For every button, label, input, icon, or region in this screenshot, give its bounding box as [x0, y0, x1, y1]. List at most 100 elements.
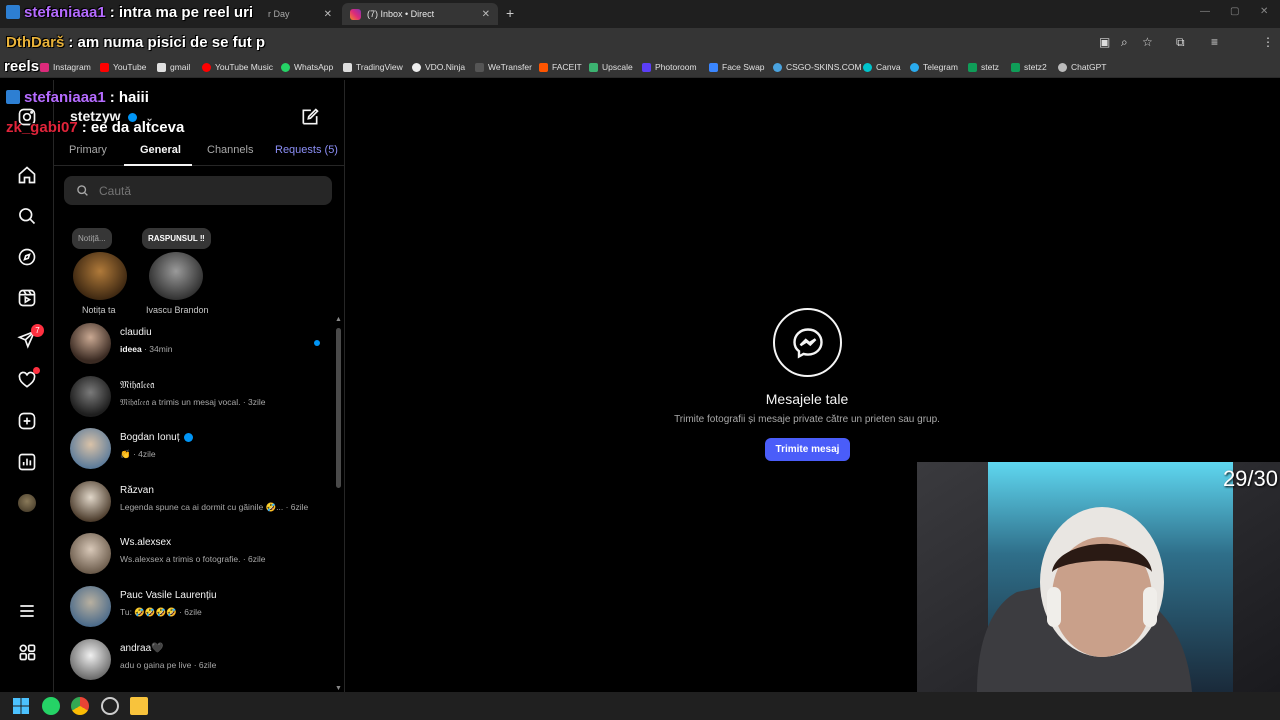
tab-general[interactable]: General — [140, 144, 181, 156]
new-tab-icon[interactable]: + — [506, 5, 514, 21]
bookmark-chatgpt[interactable]: ChatGPT — [1058, 62, 1106, 72]
vdo-ninja-icon — [412, 62, 421, 72]
chat-row-mihalcea[interactable]: 𝔐𝔦𝔥𝔞𝔩𝔠𝔢𝔞 𝔐𝔦𝔥𝔞𝔩𝔠𝔢𝔞 a trimis un mesaj voca… — [54, 371, 334, 421]
avatar — [70, 533, 111, 574]
file-explorer-icon[interactable] — [130, 697, 148, 715]
photoroom-icon — [642, 62, 651, 72]
bookmark-canva[interactable]: Canva — [863, 62, 901, 72]
bookmark-stetz2[interactable]: stetz2 — [1011, 62, 1047, 72]
stream-chat-line: stefaniaaa1: intra ma pe reel uri — [6, 4, 253, 21]
messages-icon[interactable]: 7 — [16, 324, 44, 350]
explore-compass-icon[interactable] — [16, 246, 38, 268]
bookmark-youtube[interactable]: YouTube — [100, 62, 146, 72]
whatsapp-taskbar-icon[interactable] — [42, 697, 60, 715]
bookmark-gmail[interactable]: gmail — [157, 62, 190, 72]
bookmark-vdo-ninja[interactable]: VDO.Ninja — [412, 62, 465, 72]
chat-row-andraa[interactable]: andraa🖤 adu o gaina pe live · 6zile — [54, 634, 334, 684]
chat-name: andraa🖤 — [120, 643, 164, 654]
home-icon[interactable] — [16, 164, 38, 186]
chat-row-claudiu[interactable]: claudiu ideea · 34min — [54, 318, 334, 368]
chat-row-razvan[interactable]: Răzvan Legenda spune ca ai dormit cu găi… — [54, 476, 334, 526]
bookmark-upscale[interactable]: Upscale — [589, 62, 633, 72]
bookmark-face-swap[interactable]: Face Swap — [709, 62, 765, 72]
compose-message-icon[interactable] — [300, 107, 320, 132]
search-icon[interactable] — [16, 205, 38, 227]
wetransfer-icon — [475, 62, 484, 72]
profile-avatar[interactable] — [16, 492, 38, 514]
bookmark-telegram[interactable]: Telegram — [910, 62, 958, 72]
search-input[interactable] — [99, 183, 299, 198]
windows-start-icon[interactable] — [12, 697, 30, 715]
more-menu-icon[interactable] — [16, 600, 38, 622]
media-controls-icon[interactable]: ≡ — [1211, 35, 1218, 49]
chat-preview: Tu: 🤣🤣🤣🤣 · 6zile — [120, 607, 202, 617]
note-bubble: RASPUNSUL ‼ — [142, 228, 211, 249]
webcam-overlay — [917, 462, 1280, 692]
chat-row-ws-alexsex[interactable]: Ws.alexsex Ws.alexsex a trimis o fotogra… — [54, 528, 334, 578]
scroll-up-icon[interactable]: ▲ — [335, 316, 342, 323]
face-swap-icon — [709, 62, 718, 72]
youtube-music-icon — [202, 62, 211, 72]
bookmark-tradingview[interactable]: TradingView — [343, 62, 403, 72]
bookmark-wetransfer[interactable]: WeTransfer — [475, 62, 532, 72]
bookmark-stetz[interactable]: stetz — [968, 62, 999, 72]
chrome-taskbar-icon[interactable] — [71, 697, 89, 715]
tab-title: (7) Inbox • Direct — [367, 9, 435, 19]
close-tab-icon[interactable]: ✕ — [324, 9, 332, 20]
meta-apps-icon[interactable] — [16, 641, 38, 663]
reels-icon[interactable] — [16, 287, 38, 309]
chatgpt-icon — [1058, 62, 1067, 72]
bookmark-csgo-skins[interactable]: CSGO-SKINS.COM — [773, 62, 862, 72]
scroll-down-icon[interactable]: ▼ — [335, 685, 342, 692]
direct-messages-panel: stetzyw ⌄ Primary General Channels Reque… — [54, 80, 345, 692]
minimize-icon[interactable]: — — [1200, 6, 1210, 17]
create-plus-icon[interactable] — [16, 410, 38, 432]
unread-dot — [314, 340, 320, 346]
bookmark-faceit[interactable]: FACEIT — [539, 62, 582, 72]
note-own[interactable]: Notiță... Notița ta — [70, 228, 130, 318]
chat-list-scrollbar[interactable]: ▲ ▼ — [334, 316, 344, 692]
bookmark-youtube-music[interactable]: YouTube Music — [202, 62, 273, 72]
screen-cast-icon[interactable]: ▣ — [1099, 35, 1110, 49]
scroll-thumb[interactable] — [336, 328, 341, 488]
messages-badge: 7 — [31, 324, 44, 337]
youtube-icon — [100, 62, 109, 72]
empty-state-subtitle: Trimite fotografii și mesaje private căt… — [674, 414, 940, 425]
tab-inbox[interactable]: (7) Inbox • Direct ✕ — [342, 3, 498, 25]
bookmark-instagram[interactable]: Instagram — [40, 62, 91, 72]
tab-channels[interactable]: Channels — [207, 144, 253, 156]
note-label: Ivascu Brandon — [146, 305, 209, 315]
chat-row-pauc-vasile[interactable]: Pauc Vasile Laurențiu Tu: 🤣🤣🤣🤣 · 6zile — [54, 581, 334, 631]
extensions-icon[interactable]: ⧉ — [1176, 35, 1185, 50]
tab-requests[interactable]: Requests (5) — [275, 144, 338, 156]
bookmark-photoroom[interactable]: Photoroom — [642, 62, 697, 72]
chat-badge-icon — [6, 90, 20, 104]
tab-primary[interactable]: Primary — [69, 144, 107, 156]
stream-chat-line: stefaniaaa1: haiii — [6, 89, 149, 106]
notification-dot — [33, 367, 40, 374]
window-close-icon[interactable]: ✕ — [1260, 6, 1268, 17]
dashboard-icon[interactable] — [16, 451, 38, 473]
maximize-icon[interactable]: ▢ — [1230, 6, 1239, 17]
app-taskbar-icon[interactable] — [101, 697, 119, 715]
gmail-icon — [157, 62, 166, 72]
avatar — [70, 481, 111, 522]
empty-state-title: Mesajele tale — [765, 391, 849, 407]
avatar — [73, 252, 127, 300]
avatar — [70, 323, 111, 364]
send-message-button[interactable]: Trimite mesaj — [765, 438, 850, 461]
avatar — [149, 252, 203, 300]
tradingview-icon — [343, 62, 352, 72]
browser-menu-icon[interactable]: ⋮ — [1262, 35, 1274, 49]
note-ivascu-brandon[interactable]: RASPUNSUL ‼ Ivascu Brandon — [142, 228, 222, 318]
telegram-icon — [910, 62, 919, 72]
chat-name: Pauc Vasile Laurențiu — [120, 590, 217, 601]
bookmark-whatsapp[interactable]: WhatsApp — [281, 62, 333, 72]
bookmark-star-icon[interactable]: ☆ — [1142, 35, 1153, 49]
close-tab-icon[interactable]: ✕ — [482, 9, 490, 20]
notifications-heart-icon[interactable] — [16, 367, 40, 391]
search-field[interactable] — [64, 176, 332, 205]
chat-row-bogdan-ionut[interactable]: Bogdan Ionuț 👏 · 4zile — [54, 423, 334, 473]
zoom-icon[interactable]: ⌕ — [1121, 35, 1128, 50]
chat-name: Răzvan — [120, 485, 154, 496]
